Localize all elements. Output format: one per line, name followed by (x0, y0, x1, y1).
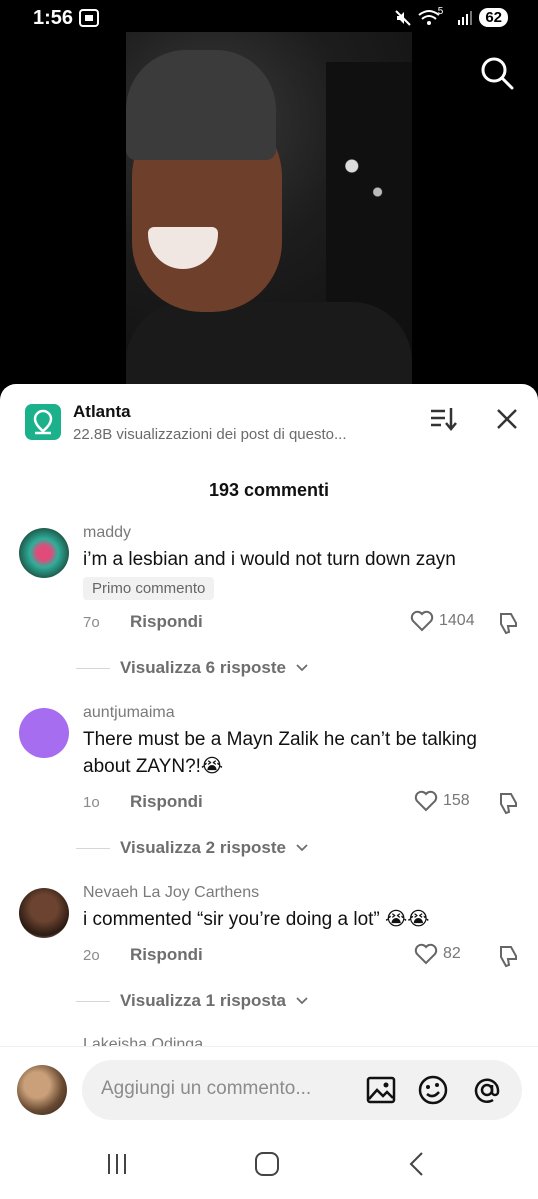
dislike-icon[interactable] (495, 790, 521, 816)
mention-icon[interactable] (471, 1074, 503, 1106)
comment-username[interactable]: auntjumaima (83, 704, 175, 722)
divider-line (76, 847, 110, 849)
status-time: 1:56 (33, 7, 74, 29)
like-button[interactable]: 82 (414, 943, 461, 965)
like-count: 1404 (439, 612, 475, 629)
emoji-icon[interactable] (417, 1074, 449, 1106)
heart-icon (414, 790, 438, 812)
view-replies-button[interactable]: Visualizza 1 risposta (76, 991, 308, 1011)
back-icon[interactable] (404, 1150, 432, 1178)
comment-input-bar: Aggiungi un commento... (0, 1046, 538, 1126)
like-count: 82 (443, 945, 461, 962)
like-count: 158 (443, 792, 470, 809)
divider-line (76, 667, 110, 669)
chevron-down-icon (296, 844, 308, 852)
signal-icon (458, 10, 473, 25)
comment-item: auntjumaima There must be a Mayn Zalik h… (0, 700, 538, 870)
avatar[interactable] (19, 888, 69, 938)
divider-line (76, 1000, 110, 1002)
status-bar: 1:56 5 62 (0, 0, 538, 36)
recent-apps-icon[interactable] (103, 1150, 131, 1178)
location-subtitle: 22.8B visualizzazioni dei post di questo… (73, 426, 347, 443)
comment-text: i commented “sir you’re doing a lot” 😭😭 (83, 909, 430, 930)
home-icon[interactable] (253, 1150, 281, 1178)
status-icons: 5 62 (394, 6, 508, 27)
reply-button[interactable]: Rispondi (130, 945, 203, 965)
sort-icon[interactable] (428, 404, 458, 434)
first-comment-badge: Primo commento (83, 577, 215, 600)
screenshot-icon (79, 9, 99, 27)
wifi-icon (418, 9, 440, 25)
comment-input-placeholder: Aggiungi un commento... (101, 1078, 312, 1099)
comment-username[interactable]: Nevaeh La Joy Carthens (83, 884, 259, 902)
mute-icon (395, 9, 411, 26)
search-icon[interactable] (480, 56, 514, 90)
heart-icon (414, 943, 438, 965)
comment-text: i’m a lesbian and i would not turn down … (83, 549, 456, 570)
chevron-down-icon (296, 664, 308, 672)
like-button[interactable]: 1404 (410, 610, 475, 632)
comment-time: 1o (83, 794, 100, 811)
comment-username[interactable]: maddy (83, 524, 131, 542)
battery-level: 62 (479, 8, 508, 27)
chevron-down-icon (296, 997, 308, 1005)
location-pin-icon (25, 404, 61, 440)
view-replies-button[interactable]: Visualizza 6 risposte (76, 658, 308, 678)
view-replies-label: Visualizza 6 risposte (120, 658, 286, 677)
comment-item: Nevaeh La Joy Carthens i commented “sir … (0, 880, 538, 1030)
image-icon[interactable] (365, 1074, 397, 1106)
video-background (326, 62, 412, 322)
avatar[interactable] (19, 708, 69, 758)
comment-input[interactable]: Aggiungi un commento... (82, 1060, 522, 1120)
comment-time: 7o (83, 614, 100, 631)
like-button[interactable]: 158 (414, 790, 470, 812)
avatar[interactable] (19, 528, 69, 578)
view-replies-label: Visualizza 2 risposte (120, 838, 286, 857)
comment-item: maddy i’m a lesbian and i would not turn… (0, 520, 538, 690)
comments-sheet: Atlanta 22.8B visualizzazioni dei post d… (0, 384, 538, 1199)
reply-button[interactable]: Rispondi (130, 612, 203, 632)
my-avatar[interactable] (17, 1065, 67, 1115)
dislike-icon[interactable] (495, 610, 521, 636)
location-title: Atlanta (73, 402, 131, 421)
network-label: 5 (437, 6, 444, 17)
comments-count: 193 commenti (208, 480, 330, 500)
view-replies-button[interactable]: Visualizza 2 risposte (76, 838, 308, 858)
location-header[interactable]: Atlanta 22.8B visualizzazioni dei post d… (0, 400, 538, 450)
dislike-icon[interactable] (495, 943, 521, 969)
heart-icon (410, 610, 434, 632)
close-icon[interactable] (494, 406, 520, 432)
reply-button[interactable]: Rispondi (130, 792, 203, 812)
video-player[interactable] (126, 32, 412, 392)
comment-time: 2o (83, 947, 100, 964)
comment-text: There must be a Mayn Zalik he can’t be t… (83, 729, 477, 777)
video-figure-shirt (126, 302, 412, 392)
video-figure-cap (126, 50, 276, 160)
view-replies-label: Visualizza 1 risposta (120, 991, 286, 1010)
system-nav-bar (0, 1126, 538, 1199)
